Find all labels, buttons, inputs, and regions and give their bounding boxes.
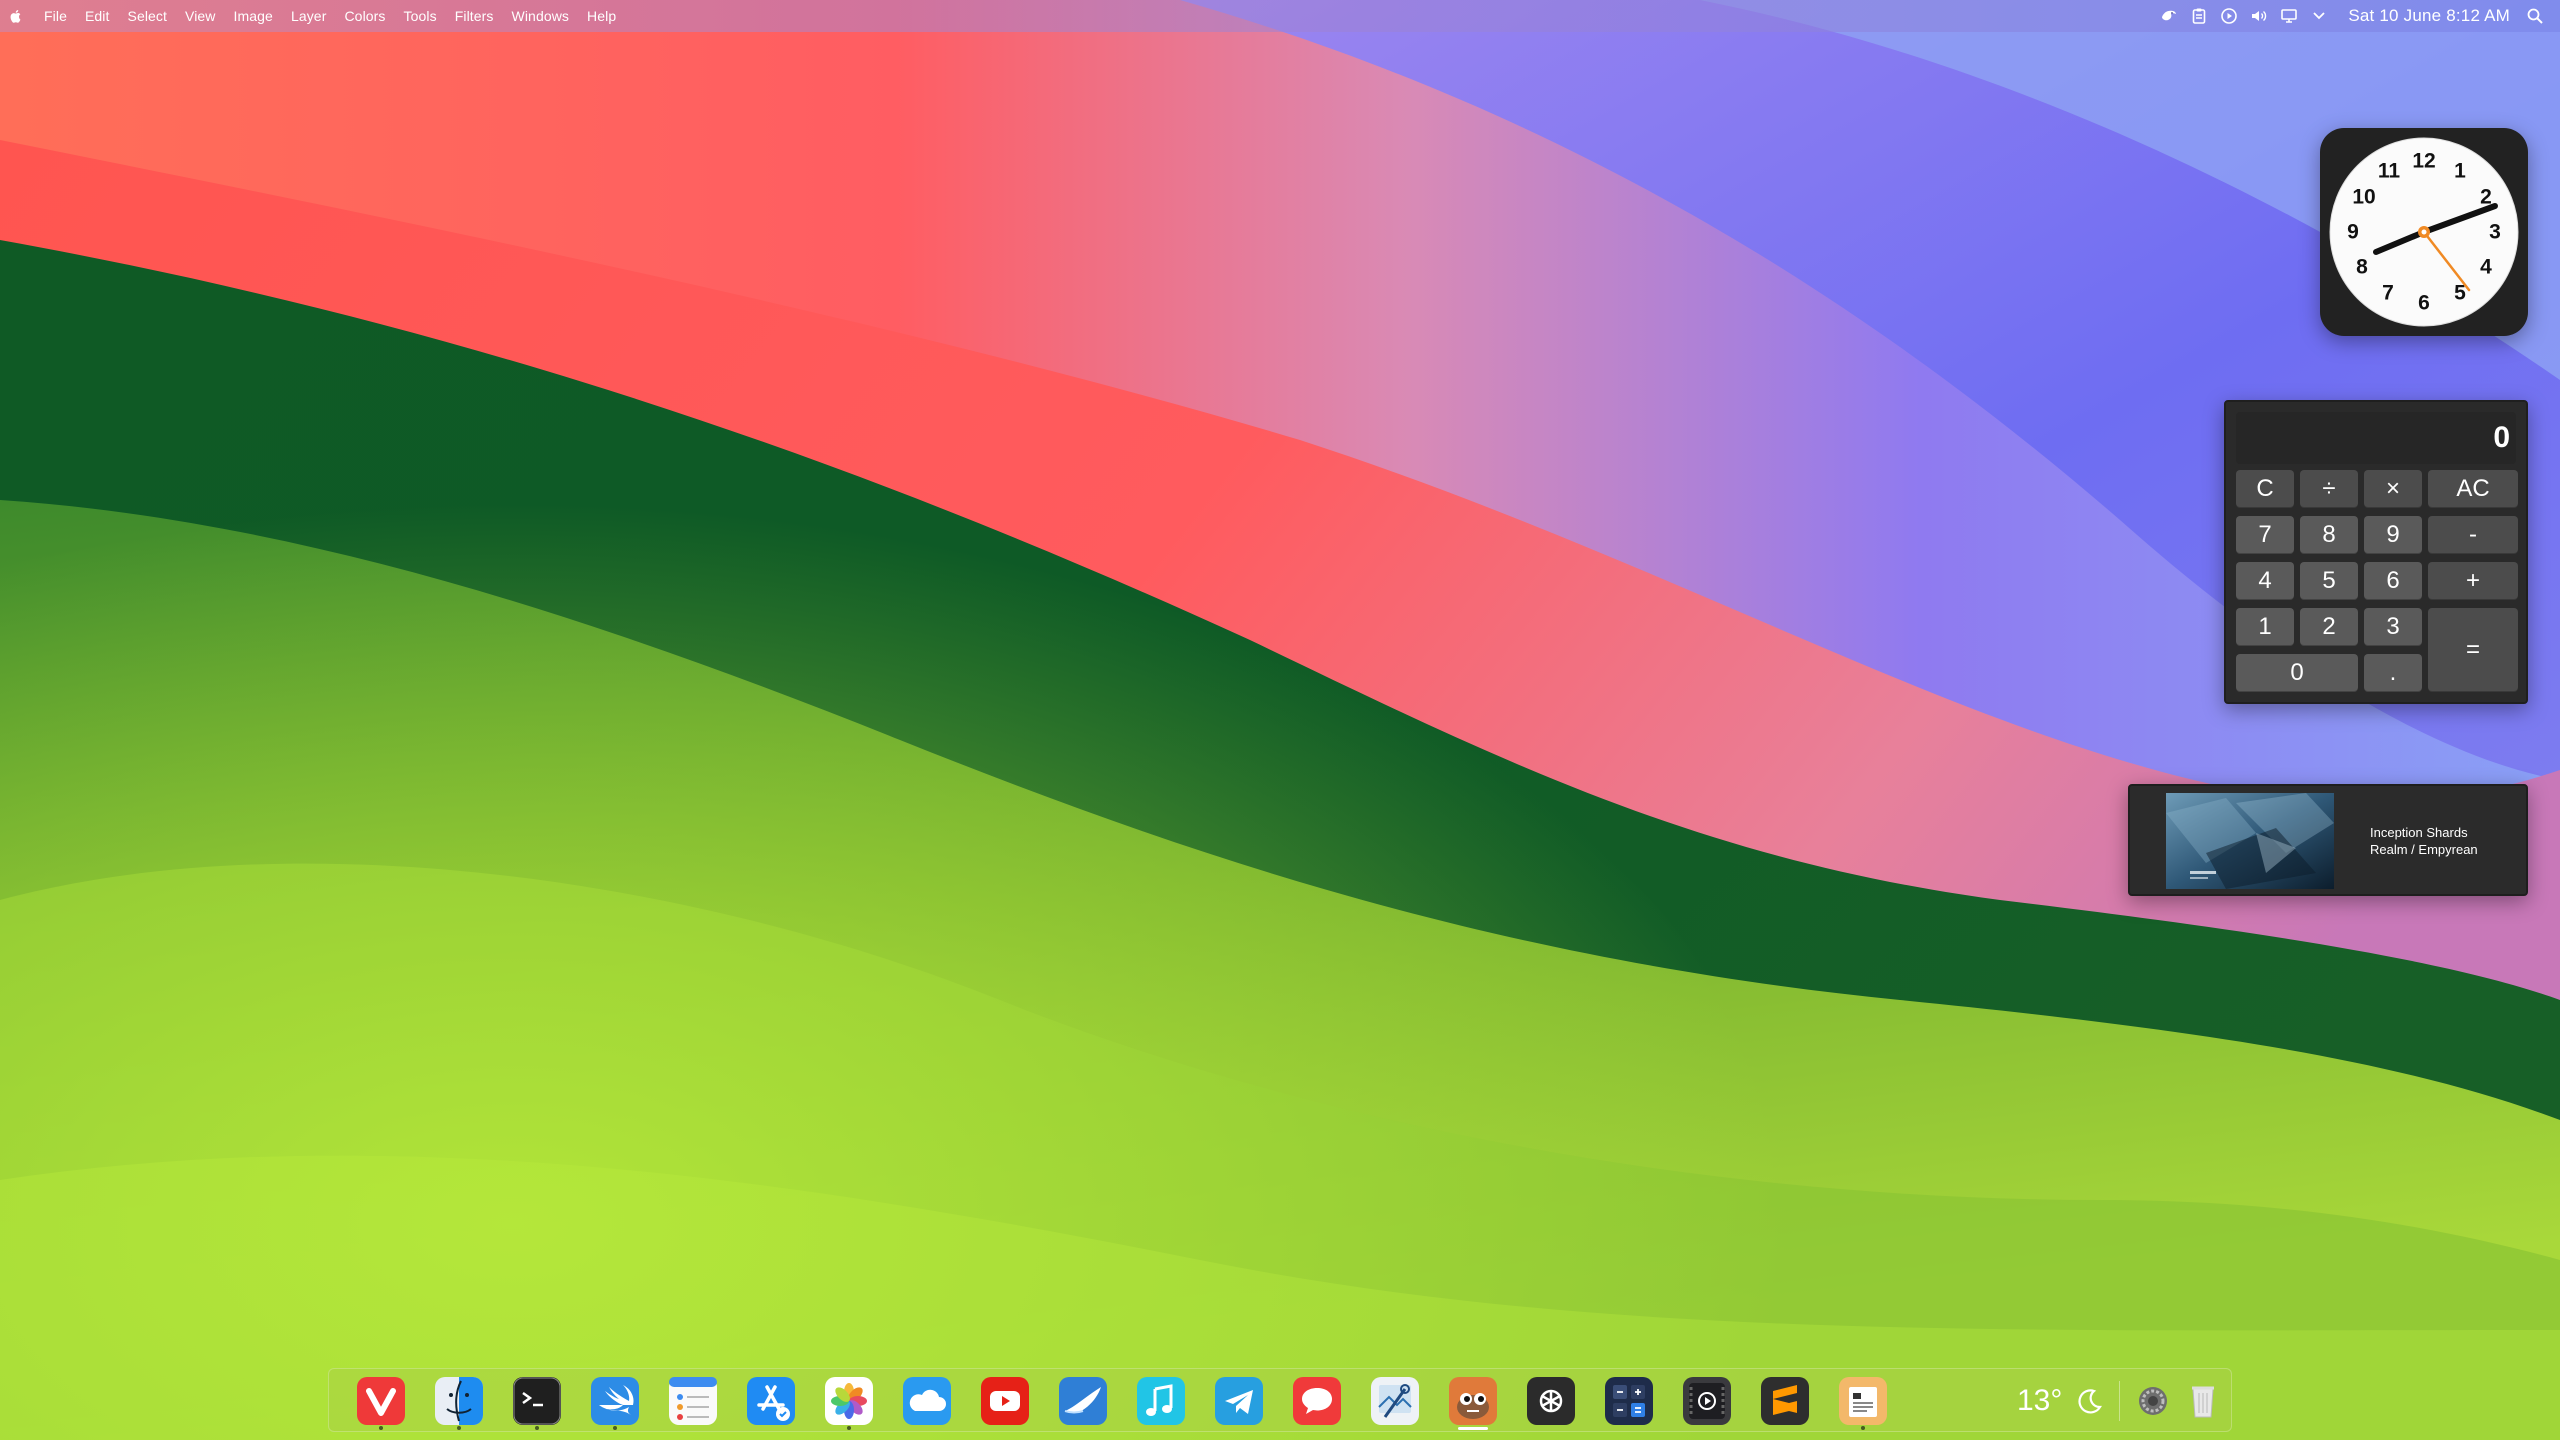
- calc-key-0[interactable]: 0: [2236, 654, 2358, 692]
- icloud-icon[interactable]: [903, 1377, 951, 1425]
- clock-number-10: 10: [2352, 186, 2375, 209]
- clock-number-7: 7: [2382, 282, 2394, 305]
- menu-select[interactable]: Select: [119, 0, 177, 32]
- apple-logo-icon[interactable]: [8, 8, 24, 24]
- calc-key-c[interactable]: C: [2236, 470, 2294, 508]
- play-circle-icon[interactable]: [2214, 0, 2244, 32]
- calc-key-5[interactable]: 5: [2300, 562, 2358, 600]
- clock-number-8: 8: [2356, 256, 2368, 279]
- calc-key-4[interactable]: 4: [2236, 562, 2294, 600]
- display-icon[interactable]: [2274, 0, 2304, 32]
- calc-key-divide[interactable]: ÷: [2300, 470, 2358, 508]
- menu-windows[interactable]: Windows: [503, 0, 579, 32]
- video-player-icon[interactable]: [1683, 1377, 1731, 1425]
- clock-widget[interactable]: 12 1 2 3 4 5 6 7 8 9 10 11: [2320, 128, 2528, 336]
- calculator-display: 0: [2236, 412, 2516, 464]
- menu-bar: File Edit Select View Image Layer Colors…: [0, 0, 2560, 32]
- menu-layer[interactable]: Layer: [282, 0, 336, 32]
- gimp-status-icon[interactable]: [2154, 0, 2184, 32]
- album-art: [2166, 793, 2334, 889]
- search-icon[interactable]: [2520, 0, 2550, 32]
- weather-widget[interactable]: 13°: [2017, 1369, 2104, 1433]
- menu-help[interactable]: Help: [578, 0, 625, 32]
- terminal-icon[interactable]: [513, 1377, 561, 1430]
- calc-key-dot[interactable]: .: [2364, 654, 2422, 692]
- menu-edit[interactable]: Edit: [76, 0, 119, 32]
- chevron-down-icon[interactable]: [2304, 0, 2334, 32]
- calc-key-8[interactable]: 8: [2300, 516, 2358, 554]
- clock-number-1: 1: [2454, 160, 2466, 183]
- app-store-icon[interactable]: [747, 1377, 795, 1425]
- desktop-wallpaper: [0, 0, 2560, 1440]
- now-playing-widget[interactable]: Inception Shards Realm / Empyrean: [2128, 784, 2528, 896]
- calc-key-equals[interactable]: =: [2428, 608, 2518, 692]
- dock-separator: [2119, 1381, 2120, 1421]
- moon-icon: [2078, 1389, 2103, 1414]
- telegram-icon[interactable]: [1215, 1377, 1263, 1425]
- chatgpt-icon[interactable]: [1527, 1377, 1575, 1425]
- clock-number-4: 4: [2480, 256, 2492, 279]
- speech-bubble-icon[interactable]: [1293, 1377, 1341, 1425]
- status-area: Sat 10 June 8:12 AM: [2154, 0, 2560, 32]
- wing-icon[interactable]: [1059, 1377, 1107, 1425]
- sublime-text-icon[interactable]: [1761, 1377, 1809, 1425]
- calc-key-7[interactable]: 7: [2236, 516, 2294, 554]
- clipboard-icon[interactable]: [2184, 0, 2214, 32]
- calc-key-6[interactable]: 6: [2364, 562, 2422, 600]
- archive-utility-icon[interactable]: [1839, 1377, 1887, 1430]
- track-info: Inception Shards Realm / Empyrean: [2370, 824, 2478, 858]
- trash-icon[interactable]: [2189, 1383, 2217, 1419]
- settings-icon[interactable]: [2137, 1385, 2169, 1417]
- vivaldi-icon[interactable]: [357, 1377, 405, 1430]
- volume-icon[interactable]: [2244, 0, 2274, 32]
- calc-key-1[interactable]: 1: [2236, 608, 2294, 646]
- track-subtitle: Realm / Empyrean: [2370, 842, 2478, 857]
- menu-filters[interactable]: Filters: [446, 0, 503, 32]
- clock-number-11: 11: [2378, 160, 2401, 183]
- weather-temperature: 13°: [2017, 1384, 2063, 1417]
- menu-tools[interactable]: Tools: [395, 0, 446, 32]
- calc-key-ac[interactable]: AC: [2428, 470, 2518, 508]
- gimp-icon[interactable]: [1449, 1377, 1497, 1430]
- menu-file[interactable]: File: [38, 0, 76, 32]
- track-title: Inception Shards: [2370, 825, 2468, 840]
- calc-key-9[interactable]: 9: [2364, 516, 2422, 554]
- finder-icon[interactable]: [435, 1377, 483, 1430]
- music-icon[interactable]: [1137, 1377, 1185, 1425]
- menu-colors[interactable]: Colors: [335, 0, 394, 32]
- youtube-icon[interactable]: [981, 1377, 1029, 1425]
- photos-icon[interactable]: [825, 1377, 873, 1430]
- clock-number-12: 12: [2412, 150, 2435, 173]
- calc-key-2[interactable]: 2: [2300, 608, 2358, 646]
- swift-icon[interactable]: [591, 1377, 639, 1430]
- clock-face: 12 1 2 3 4 5 6 7 8 9 10 11: [2329, 137, 2519, 327]
- calc-key-multiply[interactable]: ×: [2364, 470, 2422, 508]
- menu-image[interactable]: Image: [225, 0, 282, 32]
- clock-number-6: 6: [2418, 292, 2430, 315]
- clock-number-9: 9: [2347, 221, 2359, 244]
- calc-key-3[interactable]: 3: [2364, 608, 2422, 646]
- calc-key-plus[interactable]: +: [2428, 562, 2518, 600]
- calculator-widget: 0 C ÷ × AC 7 8 9 - 4 5 6 + 1 2 3 = 0 .: [2224, 400, 2528, 704]
- calc-key-minus[interactable]: -: [2428, 516, 2518, 554]
- dock: 13°: [328, 1368, 2232, 1432]
- menubar-datetime[interactable]: Sat 10 June 8:12 AM: [2348, 6, 2510, 26]
- clock-number-3: 3: [2489, 221, 2501, 244]
- calculator-icon[interactable]: [1605, 1377, 1653, 1425]
- reminders-icon[interactable]: [669, 1377, 717, 1425]
- preview-icon[interactable]: [1371, 1377, 1419, 1425]
- menu-view[interactable]: View: [176, 0, 225, 32]
